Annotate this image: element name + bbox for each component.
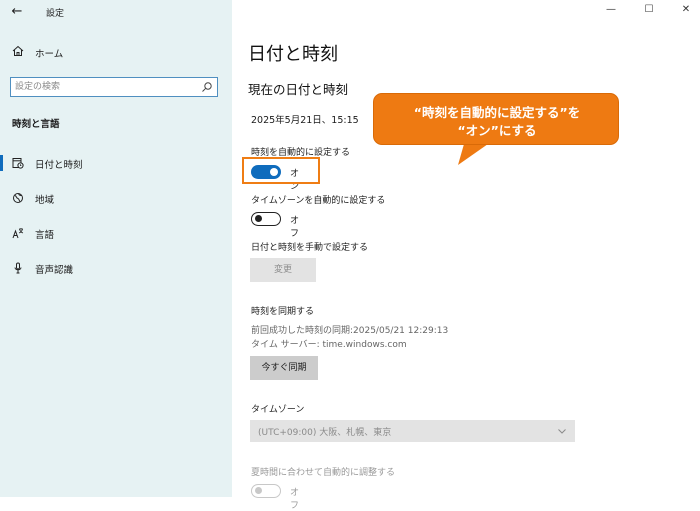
dst-label: 夏時間に合わせて自動的に調整する: [251, 468, 396, 478]
app-title: 設定: [46, 9, 65, 19]
sidebar-item-label: 言語: [35, 230, 55, 241]
time-server-text: タイム サーバー: time.windows.com: [251, 340, 407, 350]
back-button[interactable]: ←: [7, 3, 27, 21]
manual-set-label: 日付と時刻を手動で設定する: [251, 243, 369, 253]
callout-line-1: “時刻を自動的に設定する”を: [413, 105, 581, 120]
calendar-clock-icon: [12, 158, 24, 169]
sidebar-item-speech[interactable]: 音声認識: [0, 256, 232, 280]
current-datetime-heading: 現在の日付と時刻: [248, 82, 349, 97]
timezone-label: タイムゾーン: [251, 405, 305, 415]
sidebar-item-label: ホーム: [35, 49, 64, 60]
language-icon: [12, 228, 24, 239]
timezone-value: (UTC+09:00) 大阪、札幌、東京: [258, 428, 392, 438]
current-datetime-value: 2025年5月21日、15:15: [251, 115, 359, 126]
search-input[interactable]: [13, 79, 195, 95]
microphone-icon: [14, 262, 22, 274]
toggle-switch[interactable]: [251, 484, 281, 498]
sidebar-item-date-time[interactable]: 日付と時刻: [0, 151, 232, 175]
chevron-down-icon: [558, 429, 566, 434]
sidebar-item-region[interactable]: 地域: [0, 186, 232, 210]
instruction-callout: “時刻を自動的に設定する”を “オン”にする: [373, 93, 619, 145]
search-box[interactable]: [10, 77, 218, 97]
sidebar-item-label: 日付と時刻: [35, 160, 83, 171]
sidebar-section-title: 時刻と言語: [12, 119, 60, 130]
sync-now-button[interactable]: 今すぐ同期: [250, 356, 318, 380]
last-sync-text: 前回成功した時刻の同期:2025/05/21 12:29:13: [251, 326, 449, 336]
search-icon[interactable]: [201, 81, 213, 93]
toggle-state-text: オフ: [290, 216, 300, 239]
change-button[interactable]: 変更: [250, 258, 316, 282]
toggle-switch[interactable]: [251, 212, 281, 226]
sidebar-item-label: 地域: [35, 195, 55, 206]
callout-tail: [458, 144, 488, 165]
sidebar-item-language[interactable]: 言語: [0, 221, 232, 245]
home-icon: [12, 45, 24, 56]
globe-icon: [13, 193, 23, 203]
highlight-box: [242, 157, 320, 184]
toggle-state-text: オフ: [290, 488, 300, 511]
sidebar: ← 設定 ホーム 時刻と言語 日付と時刻 地域: [0, 0, 232, 497]
sync-title: 時刻を同期する: [251, 307, 315, 317]
page-title: 日付と時刻: [248, 44, 338, 65]
maximize-button[interactable]: ☐: [639, 4, 659, 15]
timezone-select[interactable]: (UTC+09:00) 大阪、札幌、東京: [250, 420, 575, 442]
main-pane: — ☐ ✕ 日付と時刻 現在の日付と時刻 2025年5月21日、15:15 時刻…: [232, 0, 700, 511]
auto-timezone-label: タイムゾーンを自動的に設定する: [251, 196, 386, 206]
callout-line-2: “オン”にする: [457, 123, 537, 138]
sidebar-item-home[interactable]: ホーム: [0, 41, 232, 65]
title-bar-left: ← 設定: [0, 0, 232, 26]
close-button[interactable]: ✕: [676, 4, 696, 15]
sidebar-item-label: 音声認識: [35, 265, 74, 276]
minimize-button[interactable]: —: [601, 4, 621, 15]
